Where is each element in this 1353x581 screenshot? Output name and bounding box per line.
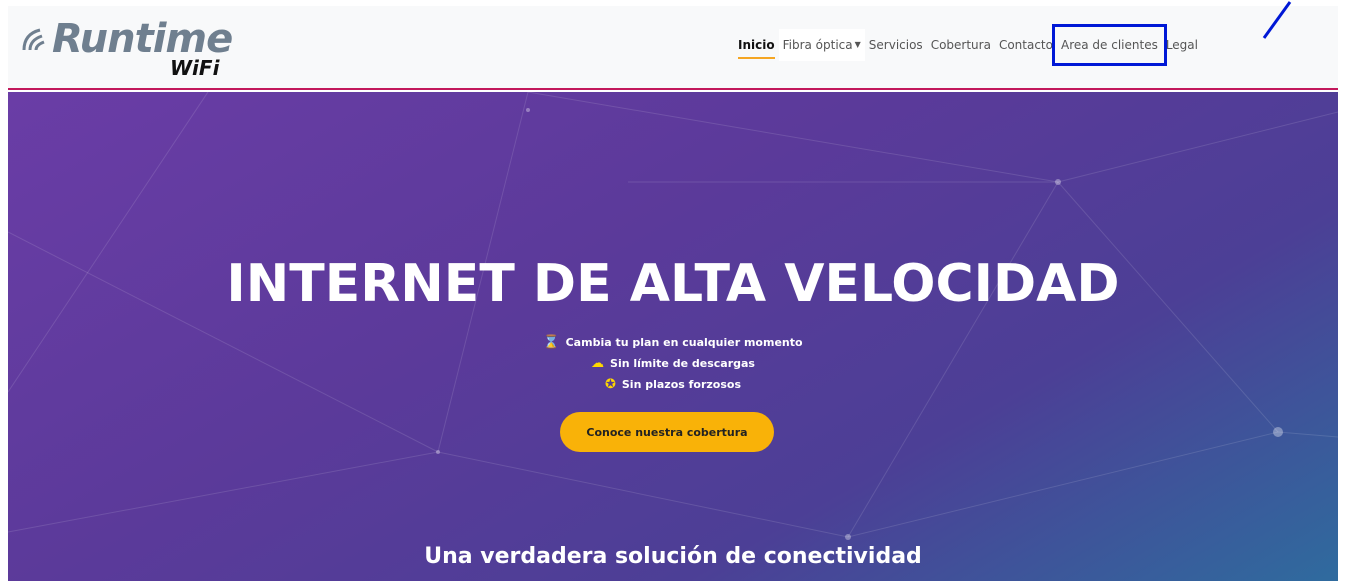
nav-item-fibra-optica-label: Fibra óptica [782, 38, 853, 52]
feature-text: Cambia tu plan en cualquier momento [565, 336, 803, 349]
feature-item: ☁ Sin límite de descargas [8, 353, 1338, 374]
nav-item-fibra-optica[interactable]: Fibra óptica ▼ [778, 29, 865, 61]
hero-subtitle: Una verdadera solución de conectividad [424, 544, 922, 569]
nav-item-contacto[interactable]: Contacto [995, 29, 1057, 61]
feature-item: ⌛ Cambia tu plan en cualquier momento [8, 332, 1338, 353]
nav-item-area-de-clientes[interactable]: Area de clientes [1051, 24, 1167, 66]
top-navbar: Runtime WiFi Inicio Fibra óptica ▼ Servic… [8, 6, 1338, 90]
nav-item-servicios[interactable]: Servicios [865, 29, 927, 61]
coverage-cta-button[interactable]: Conoce nuestra cobertura [560, 412, 774, 452]
runtime-wifi-logo[interactable]: Runtime WiFi [18, 14, 258, 80]
nav-item-inicio[interactable]: Inicio [734, 29, 779, 61]
cloud-icon: ☁ [591, 356, 605, 371]
feature-list: ⌛ Cambia tu plan en cualquier momento ☁ Si… [8, 332, 1338, 395]
wifi-signal-icon [22, 28, 45, 51]
chevron-down-icon: ▼ [854, 40, 861, 49]
hero-title: INTERNET DE ALTA VELOCIDAD [226, 254, 1120, 314]
hourglass-icon: ⌛ [543, 335, 560, 350]
nav-item-legal[interactable]: Legal [1162, 29, 1202, 61]
feature-text: Sin plazos forzosos [621, 378, 742, 391]
medal-icon: ✪ [604, 377, 616, 392]
feature-item: ✪ Sin plazos forzosos [8, 374, 1338, 395]
nav-item-cobertura[interactable]: Cobertura [927, 29, 995, 61]
brand-subname: WiFi [170, 56, 220, 80]
feature-text: Sin límite de descargas [610, 357, 755, 370]
main-menu: Inicio Fibra óptica ▼ Servicios Cobertura… [734, 24, 1202, 66]
annotation-pointer-line [1262, 1, 1292, 39]
hero-section: INTERNET DE ALTA VELOCIDAD ⌛ Cambia tu pl… [8, 92, 1338, 581]
